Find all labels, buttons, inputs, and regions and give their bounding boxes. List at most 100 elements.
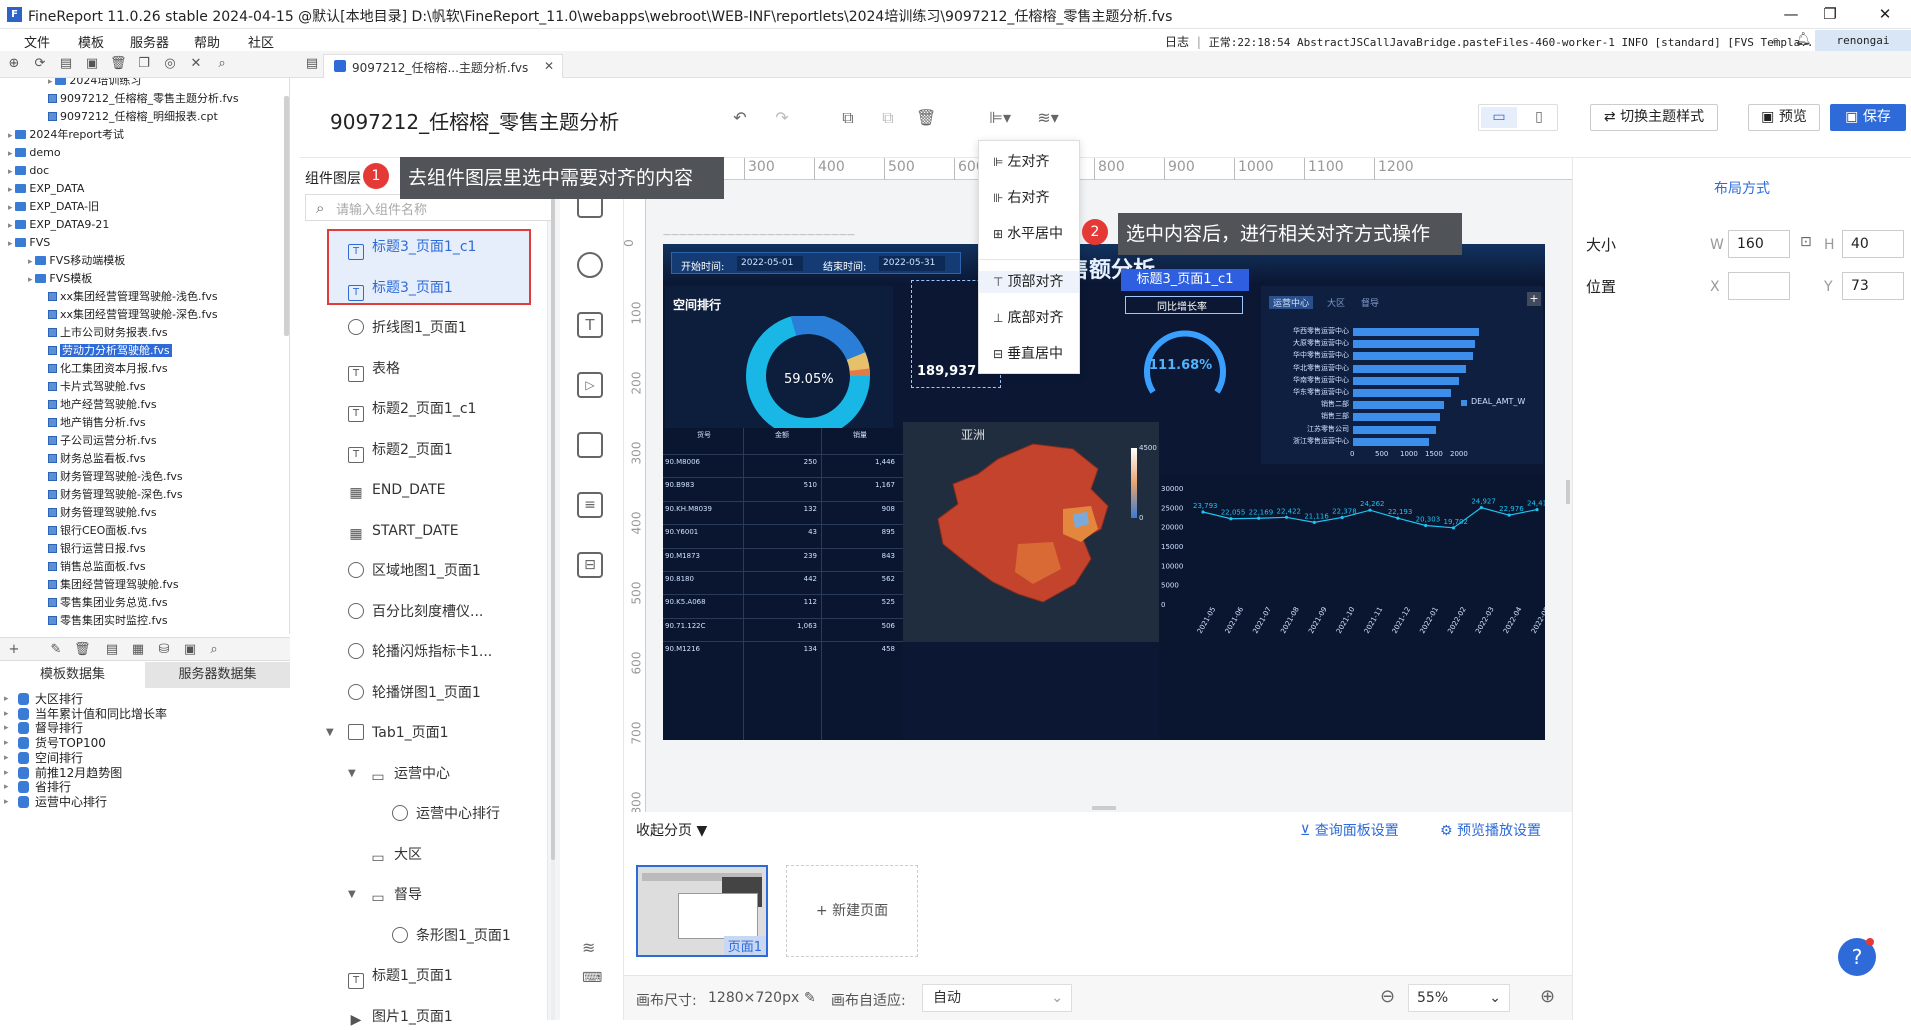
- tree-file[interactable]: 财务管理驾驶舱-浅色.fvs: [48, 468, 183, 486]
- tree-folder[interactable]: ▸ EXP_DATA: [8, 180, 84, 198]
- menu-help[interactable]: 帮助: [194, 32, 220, 51]
- save-button[interactable]: ▣ 保存: [1830, 104, 1906, 131]
- layout-mode-tab[interactable]: 布局方式: [1714, 178, 1770, 198]
- user-account[interactable]: renongai: [1815, 30, 1911, 51]
- line-point[interactable]: [1424, 523, 1428, 528]
- template-icon[interactable]: ▤: [58, 56, 74, 72]
- line-point[interactable]: [1229, 517, 1233, 521]
- tree-caret-icon[interactable]: ▸: [28, 257, 35, 267]
- width-input[interactable]: 160: [1728, 230, 1790, 258]
- keyboard-icon[interactable]: ⌨︎: [582, 970, 602, 986]
- preview-dataset-icon[interactable]: ▤: [104, 642, 120, 658]
- line-point[interactable]: [1507, 513, 1511, 517]
- tree-file[interactable]: 集团经营管理驾驶舱.fvs: [48, 576, 179, 594]
- bar[interactable]: [1353, 437, 1429, 446]
- tree-file[interactable]: 子公司运营分析.fvs: [48, 432, 157, 450]
- add-dataset-icon[interactable]: +: [6, 642, 22, 658]
- align-menu-item[interactable]: ⊟ 垂直居中: [993, 343, 1063, 363]
- end-date-field[interactable]: 2022-05-31: [879, 256, 945, 271]
- rank-tab-region[interactable]: 大区: [1327, 296, 1345, 309]
- caret-down-icon[interactable]: ▼: [326, 722, 334, 744]
- tree-file[interactable]: xx集团经营管理驾驶舱-深色.fvs: [48, 306, 218, 324]
- line-point[interactable]: [1396, 516, 1400, 520]
- layer-item[interactable]: T 标题1_页面1: [348, 965, 453, 989]
- media-component-icon[interactable]: ▷: [577, 372, 603, 398]
- tree-folder[interactable]: ▸ EXP_DATA9-21: [8, 216, 109, 234]
- tree-folder[interactable]: ▸ FVS模板: [28, 270, 92, 288]
- desktop-view-icon[interactable]: ▭: [1481, 107, 1517, 128]
- layer-item[interactable]: ▦ START_DATE: [348, 520, 458, 542]
- height-input[interactable]: 40: [1842, 230, 1904, 258]
- align-menu-item[interactable]: ⊫ 左对齐: [993, 151, 1049, 171]
- bar[interactable]: [1353, 352, 1473, 361]
- menu-community[interactable]: 社区: [248, 32, 274, 51]
- align-menu-item[interactable]: ⊥ 底部对齐: [993, 307, 1063, 327]
- lock-dataset-icon[interactable]: ▣: [182, 642, 198, 658]
- zoom-out-icon[interactable]: ⊖: [1380, 986, 1395, 1007]
- canvas-hscroll[interactable]: [1092, 806, 1116, 810]
- delete-dataset-icon[interactable]: 🗑︎: [74, 642, 91, 658]
- edit-canvas-size-icon[interactable]: ✎: [804, 990, 816, 1006]
- tab-template-datasets[interactable]: 模板数据集: [0, 662, 145, 688]
- line-point[interactable]: [1257, 516, 1261, 520]
- tree-file[interactable]: 财务管理驾驶舱.fvs: [48, 504, 157, 522]
- layer-item[interactable]: 运营中心排行: [392, 803, 500, 825]
- layer-item[interactable]: T 标题3_页面1: [348, 277, 453, 301]
- tree-folder[interactable]: ▸ 2024年report考试: [8, 126, 124, 144]
- layer-item[interactable]: 轮播闪烁指标卡1...: [348, 641, 492, 663]
- layer-item[interactable]: T 标题3_页面1_c1: [348, 236, 476, 260]
- selected-component-tag[interactable]: 标题3_页面1_c1: [1121, 269, 1249, 291]
- tree-file[interactable]: 财务总监看板.fvs: [48, 450, 146, 468]
- lock-ratio-icon[interactable]: ⊡: [1800, 234, 1812, 250]
- switch-theme-button[interactable]: ⇄ 切换主题样式: [1590, 104, 1718, 131]
- tree-file[interactable]: 9097212_任榕榕_零售主题分析.fvs: [48, 90, 239, 108]
- search-icon[interactable]: ⌕: [1772, 33, 1779, 48]
- bar[interactable]: [1353, 389, 1452, 397]
- tree-folder[interactable]: ▸ EXP_DATA-旧: [8, 198, 99, 216]
- layer-item[interactable]: ▼ Tab1_页面1: [326, 722, 449, 744]
- layer-item[interactable]: 区域地图1_页面1: [348, 560, 481, 582]
- delete-component-icon[interactable]: 🗑︎: [916, 108, 936, 128]
- bar[interactable]: [1353, 401, 1445, 410]
- tree-file[interactable]: 上市公司财务报表.fvs: [48, 324, 168, 342]
- tree-file[interactable]: 银行运营日报.fvs: [48, 540, 146, 558]
- tree-file[interactable]: 零售集团业务总览.fvs: [48, 594, 168, 612]
- tab-current-file[interactable]: 9097212_任榕榕...主题分析.fvs ✕: [323, 54, 563, 78]
- minimize-button[interactable]: —: [1778, 4, 1804, 24]
- tab-server-datasets[interactable]: 服务器数据集: [145, 662, 290, 688]
- caret-down-icon[interactable]: ▼: [348, 884, 356, 906]
- tree-caret-icon[interactable]: ▸: [8, 203, 15, 213]
- tree-caret-icon[interactable]: ▸: [28, 275, 35, 285]
- layer-scrollbar[interactable]: [551, 160, 555, 860]
- paste-component-icon[interactable]: ⧉: [878, 108, 898, 128]
- tree-file[interactable]: 化工集团资本月报.fvs: [48, 360, 168, 378]
- log-label[interactable]: 日志: [1165, 35, 1189, 49]
- new-page-button[interactable]: + 新建页面: [786, 865, 918, 957]
- line-point[interactable]: [1284, 515, 1289, 519]
- tree-caret-icon[interactable]: ▸: [8, 221, 15, 231]
- layer-item[interactable]: ▼ ▭ 督导: [348, 884, 422, 906]
- add-tab-icon[interactable]: +: [1527, 292, 1541, 306]
- line-point[interactable]: [1535, 507, 1539, 512]
- redo-icon[interactable]: ↷: [772, 108, 792, 128]
- page-thumb-1[interactable]: 页面1: [636, 865, 768, 957]
- tree-caret-icon[interactable]: ▸: [4, 793, 9, 811]
- bar[interactable]: [1353, 328, 1479, 336]
- line-point[interactable]: [1368, 508, 1372, 512]
- bar[interactable]: [1353, 376, 1459, 385]
- y-input[interactable]: 73: [1842, 272, 1904, 300]
- align-menu-item[interactable]: ⊤ 顶部对齐: [979, 271, 1079, 293]
- preview-button[interactable]: ▣ 预览: [1748, 104, 1820, 131]
- tree-caret-icon[interactable]: ▸: [8, 167, 15, 177]
- bar[interactable]: [1353, 413, 1440, 422]
- locate-icon[interactable]: ◎: [162, 56, 178, 72]
- maximize-button[interactable]: ❐: [1817, 4, 1843, 24]
- x-input[interactable]: [1728, 272, 1790, 300]
- line-point[interactable]: [1340, 515, 1344, 520]
- tree-file[interactable]: xx集团经营管理驾驶舱-浅色.fvs: [48, 288, 218, 306]
- mobile-view-icon[interactable]: ▯: [1521, 107, 1557, 128]
- line-point[interactable]: [1312, 520, 1316, 524]
- close-window-button[interactable]: ✕: [1872, 4, 1898, 24]
- tree-caret-icon[interactable]: ▸: [8, 149, 15, 159]
- zoom-in-icon[interactable]: ⊕: [1540, 986, 1555, 1007]
